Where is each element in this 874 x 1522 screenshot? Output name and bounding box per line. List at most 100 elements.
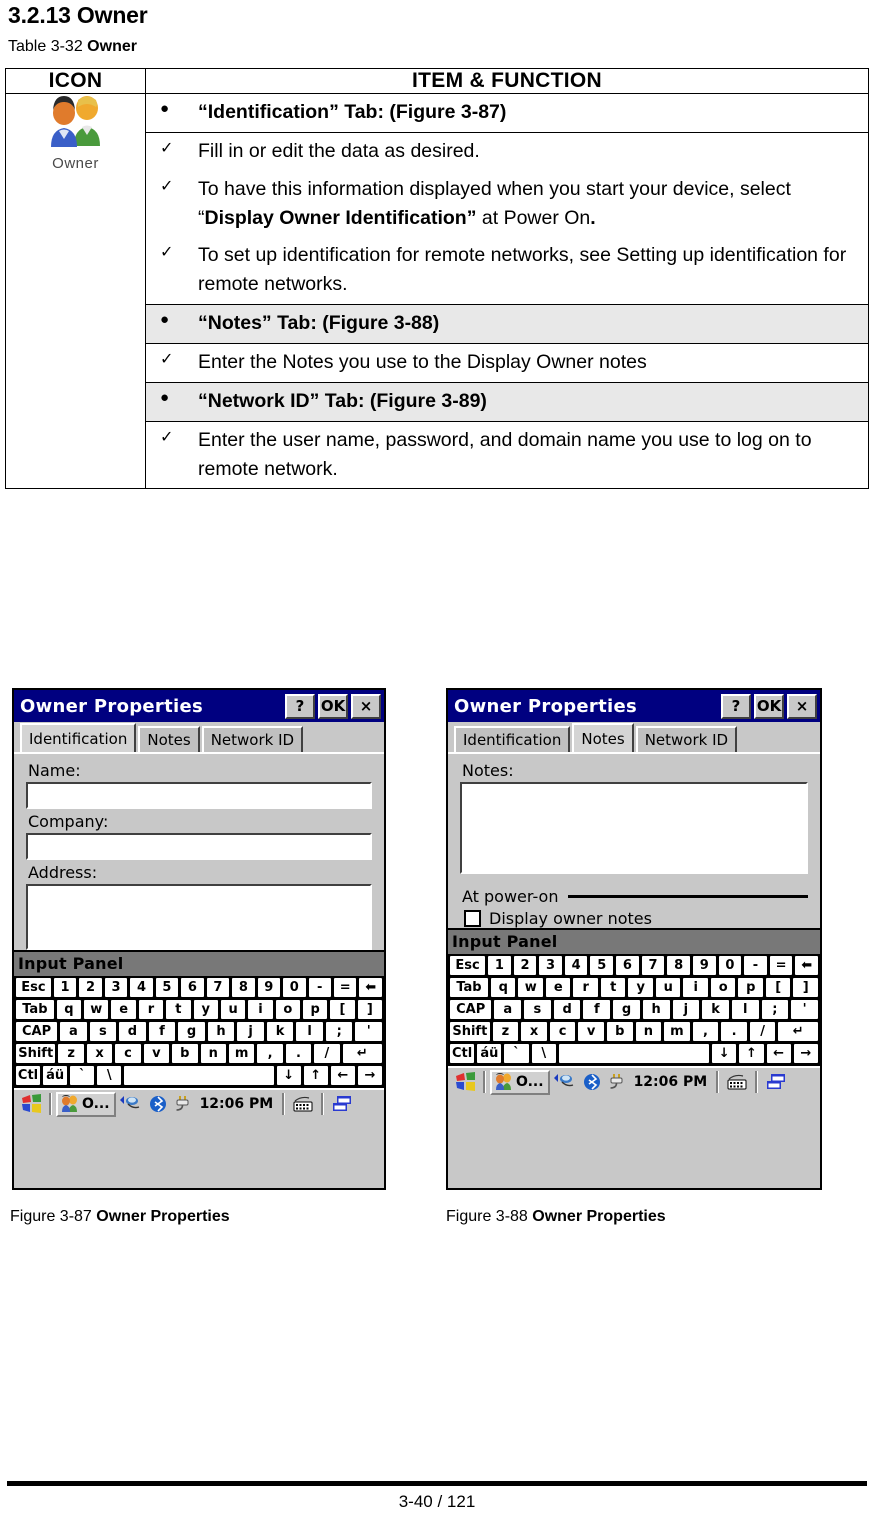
key-x[interactable]: x [85,1043,114,1064]
key-bracket-right[interactable]: ] [792,977,819,998]
ok-button[interactable]: OK [754,693,784,719]
key-d[interactable]: d [552,999,582,1020]
backspace-icon[interactable]: ⬅ [794,955,819,976]
tab-network-id[interactable]: Network ID [201,726,304,752]
windows-start-icon[interactable] [454,1072,476,1092]
key-n[interactable]: n [634,1021,663,1042]
key-6[interactable]: 6 [615,955,640,976]
notes-field[interactable] [460,782,808,874]
key-q[interactable]: q [489,977,517,998]
key-space[interactable] [557,1043,711,1064]
key-p[interactable]: p [737,977,764,998]
arrow-left-icon[interactable]: ← [765,1043,792,1064]
key-bracket-left[interactable]: [ [329,999,356,1020]
key-cap[interactable]: CAP [449,999,493,1020]
network-icon[interactable] [553,1073,577,1091]
close-icon[interactable]: × [351,693,381,719]
network-icon[interactable] [119,1095,143,1113]
soft-keyboard-right[interactable]: Esc 1 2 3 4 5 6 7 8 9 0 - = ⬅ Tab q w e … [448,954,820,1066]
bluetooth-icon[interactable] [583,1073,601,1091]
tab-network-id[interactable]: Network ID [635,726,738,752]
key-z[interactable]: z [57,1043,85,1064]
key-h[interactable]: h [641,999,671,1020]
arrow-right-icon[interactable]: → [356,1065,383,1086]
key-a[interactable]: a [59,1021,88,1042]
backspace-icon[interactable]: ⬅ [358,977,383,998]
key-u[interactable]: u [219,999,247,1020]
key-v[interactable]: v [577,1021,605,1042]
key-e[interactable]: e [110,999,137,1020]
key-l[interactable]: l [295,1021,324,1042]
key-t[interactable]: t [599,977,627,998]
key-a[interactable]: a [493,999,523,1020]
key-d[interactable]: d [118,1021,147,1042]
key-backtick[interactable]: ` [503,1043,530,1064]
key-y[interactable]: y [192,999,219,1020]
tab-notes[interactable]: Notes [572,723,634,752]
key-semicolon[interactable]: ; [324,1021,354,1042]
arrow-up-icon[interactable]: ↑ [738,1043,765,1064]
key-8[interactable]: 8 [666,955,691,976]
key-7[interactable]: 7 [640,955,666,976]
close-icon[interactable]: × [787,693,817,719]
enter-icon[interactable]: ↵ [341,1043,384,1064]
key-ctl[interactable]: Ctl [449,1043,476,1064]
key-bracket-right[interactable]: ] [356,999,384,1020]
power-plug-icon[interactable] [173,1095,193,1113]
key-6[interactable]: 6 [180,977,205,998]
key-slash[interactable]: / [313,1043,341,1064]
key-g[interactable]: g [177,1021,206,1042]
key-u[interactable]: u [654,977,682,998]
key-0[interactable]: 0 [717,955,743,976]
key-f[interactable]: f [147,1021,177,1042]
key-j[interactable]: j [671,999,701,1020]
windows-start-icon[interactable] [20,1094,42,1114]
key-4[interactable]: 4 [129,977,154,998]
keyboard-icon[interactable] [726,1073,748,1091]
key-minus[interactable]: - [307,977,332,998]
key-equals[interactable]: = [768,955,794,976]
key-k[interactable]: k [701,999,730,1020]
key-b[interactable]: b [605,1021,634,1042]
arrow-down-icon[interactable]: ↓ [711,1043,738,1064]
key-1[interactable]: 1 [487,955,512,976]
key-tab[interactable]: Tab [449,977,489,998]
key-f[interactable]: f [582,999,612,1020]
key-9[interactable]: 9 [691,955,717,976]
key-2[interactable]: 2 [512,955,538,976]
key-q[interactable]: q [55,999,83,1020]
tab-identification[interactable]: Identification [20,723,137,752]
key-c[interactable]: c [114,1043,142,1064]
key-2[interactable]: 2 [78,977,103,998]
key-h[interactable]: h [206,1021,236,1042]
key-r[interactable]: r [572,977,599,998]
key-accents[interactable]: áü [42,1065,69,1086]
key-comma[interactable]: , [691,1021,720,1042]
key-m[interactable]: m [663,1021,691,1042]
soft-keyboard-left[interactable]: Esc 1 2 3 4 5 6 7 8 9 0 - = ⬅ Tab q w e … [14,976,384,1088]
key-comma[interactable]: , [256,1043,284,1064]
key-0[interactable]: 0 [282,977,307,998]
company-field[interactable] [26,833,372,860]
windows-stack-icon[interactable] [765,1073,787,1091]
key-5[interactable]: 5 [589,955,615,976]
key-t[interactable]: t [165,999,192,1020]
key-accents[interactable]: áü [476,1043,503,1064]
display-owner-notes-checkbox[interactable] [464,910,481,927]
key-g[interactable]: g [612,999,641,1020]
key-esc[interactable]: Esc [15,977,52,998]
keyboard-icon[interactable] [292,1095,314,1113]
key-ctl[interactable]: Ctl [15,1065,42,1086]
key-tab[interactable]: Tab [15,999,55,1020]
arrow-down-icon[interactable]: ↓ [275,1065,302,1086]
ok-button[interactable]: OK [318,693,348,719]
key-9[interactable]: 9 [256,977,282,998]
key-r[interactable]: r [137,999,165,1020]
key-x[interactable]: x [520,1021,548,1042]
key-semicolon[interactable]: ; [760,999,790,1020]
key-c[interactable]: c [548,1021,577,1042]
key-backtick[interactable]: ` [69,1065,96,1086]
key-quote[interactable]: ' [354,1021,383,1042]
key-k[interactable]: k [265,1021,295,1042]
task-button-owner[interactable]: O... [490,1069,550,1095]
